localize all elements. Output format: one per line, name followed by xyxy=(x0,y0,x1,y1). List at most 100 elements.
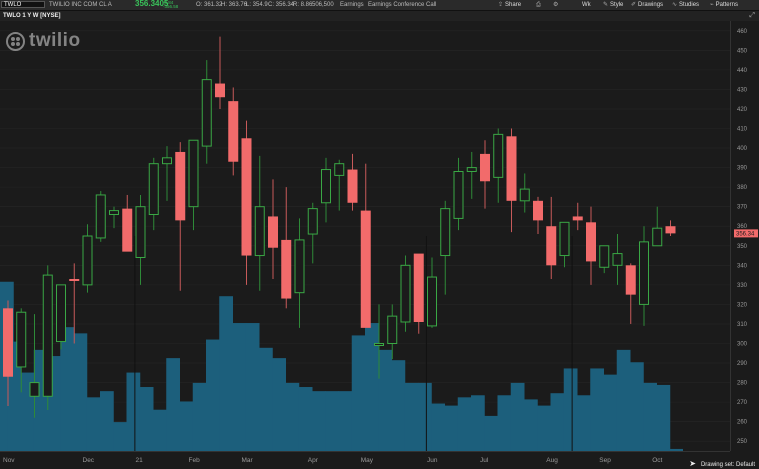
volume-bar xyxy=(590,368,604,451)
price-tick-label: 390 xyxy=(737,166,748,172)
chart-area[interactable] xyxy=(0,21,730,451)
ohlc-open: O: 361.32 xyxy=(196,2,223,8)
symbol-description: TWILIO INC COM CL A xyxy=(49,2,112,8)
expand-icon[interactable]: ⤢ xyxy=(749,12,755,20)
volume-bar xyxy=(418,382,432,451)
candle xyxy=(122,194,133,252)
candle xyxy=(427,257,437,328)
style-button[interactable]: ✎ Style xyxy=(603,0,623,10)
volume-bar xyxy=(550,393,565,451)
price-tick-label: 260 xyxy=(737,420,748,426)
candle xyxy=(162,146,172,201)
time-tick-label: Jun xyxy=(427,457,438,464)
patterns-button[interactable]: ⌁ Patterns xyxy=(710,0,738,10)
price-tick-label: 360 xyxy=(737,224,748,230)
volume-bar xyxy=(60,327,74,451)
chart-header: TWLO 1 Y W [NYSE] ⤢ xyxy=(0,11,759,21)
timeframe-button[interactable]: Wk xyxy=(582,0,591,10)
time-tick-label: Oct xyxy=(652,457,662,464)
settings-button[interactable]: ⚙ xyxy=(553,0,560,10)
candle xyxy=(175,142,186,291)
drawings-button[interactable]: ✐ Drawings xyxy=(631,0,663,10)
volume-bar xyxy=(298,387,313,451)
candle-body xyxy=(162,157,172,165)
volume-bar xyxy=(563,368,578,451)
volume-bar xyxy=(524,399,538,451)
volume-bar xyxy=(338,391,353,451)
studies-button[interactable]: ∿ Studies xyxy=(672,0,699,10)
candle-body xyxy=(586,222,596,262)
candle-body xyxy=(466,167,477,173)
price-axis[interactable]: 250 260 270 280 290 300 310 320 330 340 350 360 370 3… xyxy=(730,21,759,451)
twilio-logo-icon xyxy=(6,31,25,51)
earnings-label[interactable]: Earnings xyxy=(340,0,364,10)
candle-body xyxy=(625,265,636,295)
candle-body xyxy=(347,169,358,203)
candle xyxy=(281,187,292,309)
volume-bar xyxy=(259,347,273,451)
current-price-label: 356.34 xyxy=(736,231,755,237)
candle-body xyxy=(480,153,490,182)
volume-bar xyxy=(179,401,194,451)
candle-body xyxy=(639,241,649,305)
time-axis[interactable]: Nov Dec 21 Feb Mar Apr May Jun Jul Aug Sep Oct xyxy=(0,451,730,469)
price-tick-label: 340 xyxy=(737,263,748,269)
volume-bar xyxy=(378,349,392,451)
candle-body xyxy=(519,188,530,202)
share-button[interactable]: ⇪ Share xyxy=(498,0,521,10)
volume-bar xyxy=(656,384,671,451)
volume-bar xyxy=(444,405,459,451)
candle xyxy=(148,157,159,231)
candle-body xyxy=(612,253,623,266)
candle-body xyxy=(82,235,93,286)
time-axis-ticks: Nov Dec 21 Feb Mar Apr May Jun Jul Aug Sep Oct xyxy=(3,457,663,464)
candle xyxy=(360,163,371,328)
price-tick-label: 330 xyxy=(737,283,748,289)
price-tick-label: 430 xyxy=(737,87,748,93)
candle xyxy=(546,196,557,279)
candle-body xyxy=(453,171,464,219)
candle-body xyxy=(215,83,225,98)
volume-bar xyxy=(537,405,551,451)
gear-icon: ⚙ xyxy=(553,2,559,8)
time-tick-label: Nov xyxy=(3,457,15,464)
candle xyxy=(241,120,252,285)
candle xyxy=(413,253,424,334)
candle xyxy=(599,245,610,274)
candle-body xyxy=(572,216,583,221)
candle xyxy=(533,196,543,235)
volume-bar xyxy=(73,333,88,451)
candle-body xyxy=(56,284,66,343)
candle xyxy=(612,234,623,285)
print-button[interactable]: ⎙ xyxy=(536,0,543,10)
candle xyxy=(665,220,676,236)
volume-bar xyxy=(630,362,644,451)
time-tick-label: Dec xyxy=(83,457,95,464)
candle xyxy=(334,159,345,211)
candle xyxy=(215,36,225,109)
symbol-input[interactable]: TWLO xyxy=(1,1,45,8)
candle xyxy=(586,206,596,285)
candle xyxy=(307,202,318,264)
price-tick-label: 370 xyxy=(737,205,748,211)
candle-body xyxy=(42,274,53,397)
volume-bar xyxy=(365,323,379,451)
chart-title: TWLO 1 Y W [NYSE] xyxy=(3,13,61,19)
candle-body xyxy=(268,216,278,248)
drawings-icon: ✐ xyxy=(631,2,637,8)
volume-bar xyxy=(153,409,167,451)
price-tag: 356.34 xyxy=(734,229,758,238)
volume-bar xyxy=(471,395,485,451)
ohlc-low: L: 354.9 xyxy=(246,2,268,8)
candle xyxy=(254,155,265,291)
volume-bar xyxy=(126,372,141,451)
time-tick-label: May xyxy=(361,457,374,464)
volume-bar xyxy=(100,391,114,451)
candle-body xyxy=(188,139,199,208)
candle xyxy=(440,200,451,295)
candle xyxy=(453,157,464,231)
earnings-call-label[interactable]: Earnings Conference Call xyxy=(368,0,436,10)
candle-body xyxy=(652,227,663,247)
candle xyxy=(228,87,239,176)
candle-body xyxy=(175,151,186,221)
